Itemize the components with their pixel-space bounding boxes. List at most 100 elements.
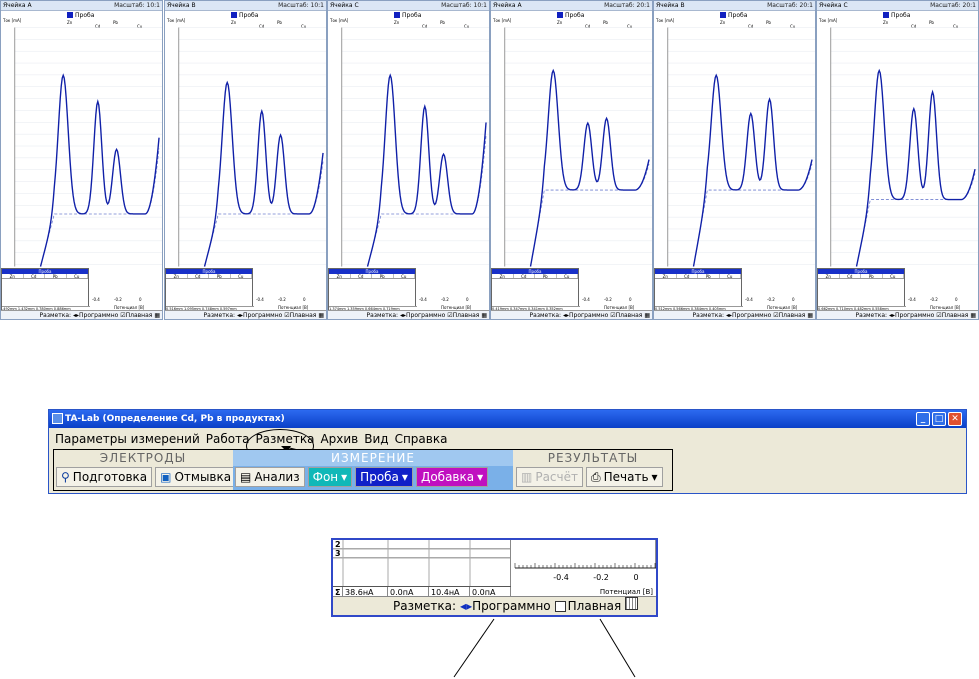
x-tick: -0.2 bbox=[767, 297, 775, 302]
programmatic-toggle[interactable]: ◂▸Программно bbox=[400, 312, 445, 319]
legend-label: Проба bbox=[75, 12, 95, 19]
smooth-checkbox[interactable]: ☑Плавная bbox=[936, 312, 968, 319]
x-tick: -0.4 bbox=[256, 297, 264, 302]
zoom-plot-area: -0.4 -0.2 0 Потенциал [В] bbox=[514, 540, 656, 596]
col-cu: Cu bbox=[557, 274, 578, 279]
programmatic-toggle[interactable]: ◂▸Программно bbox=[726, 312, 771, 319]
ruler-pb: Pb bbox=[929, 20, 934, 25]
wash-icon: ▣ bbox=[160, 470, 172, 484]
menu-work[interactable]: Работа bbox=[206, 429, 250, 449]
sample-curve bbox=[203, 80, 324, 267]
scale-dropdown[interactable]: Масштаб: 20:1 bbox=[604, 1, 650, 11]
scale-dropdown[interactable]: Масштаб: 10:1 bbox=[114, 1, 160, 11]
legend: Проба bbox=[720, 12, 747, 20]
grid-icon[interactable]: ▦ bbox=[481, 312, 487, 319]
col-pb: Pb bbox=[861, 274, 883, 279]
table-header: Zn Cd Pb Cu bbox=[329, 274, 415, 279]
grid-icon[interactable]: ▦ bbox=[970, 312, 976, 319]
smooth-label: Плавная bbox=[452, 312, 480, 319]
sample-curve bbox=[39, 73, 160, 267]
sample-curve bbox=[692, 73, 813, 267]
legend-swatch bbox=[394, 12, 400, 18]
background-curve bbox=[367, 135, 487, 267]
ruler-pb: Pb bbox=[113, 20, 118, 25]
legend-label: Проба bbox=[728, 12, 748, 19]
col-cd: Cd bbox=[351, 274, 372, 279]
x-tick: -0.4 bbox=[92, 297, 100, 302]
ruler-pb: Pb bbox=[440, 20, 445, 25]
group-electrodes: ЭЛЕКТРОДЫ ⚲ Подготовка ▣ Отмывка bbox=[54, 450, 237, 490]
programmatic-toggle[interactable]: ◂▸Программно bbox=[563, 312, 608, 319]
group-title-measure: ИЗМЕРЕНИЕ bbox=[233, 450, 513, 466]
analysis-button[interactable]: ▤ Анализ bbox=[235, 467, 305, 487]
legend: Проба bbox=[883, 12, 910, 20]
print-button[interactable]: ⎙ Печать ▾ bbox=[586, 467, 663, 487]
markup-label: Разметка: bbox=[39, 312, 72, 319]
wash-button[interactable]: ▣ Отмывка bbox=[155, 467, 237, 487]
scale-dropdown[interactable]: Масштаб: 10:1 bbox=[278, 1, 324, 11]
x-tick: -0.4 bbox=[419, 297, 427, 302]
x-tick: -0.2 bbox=[604, 297, 612, 302]
prepare-button[interactable]: ⚲ Подготовка bbox=[56, 467, 153, 487]
chart-panels: Ячейка A Масштаб: 10:1 Проба Ток [mA] Zn Cd Pb… bbox=[0, 0, 979, 320]
smooth-checkbox[interactable]: ☑Плавная bbox=[610, 312, 642, 319]
programmatic-toggle[interactable]: ◂▸Программно bbox=[73, 312, 118, 319]
y-unit: Ток [mA] bbox=[3, 18, 22, 23]
grid-icon[interactable]: ▦ bbox=[154, 312, 160, 319]
y-unit: Ток [mA] bbox=[167, 18, 186, 23]
chart-panel: Ячейка B Масштаб: 10:1 Проба Ток [mA] Zn Cd Pb… bbox=[164, 0, 327, 320]
ruler-zn: Zn bbox=[720, 20, 726, 25]
x-tick: 0 bbox=[792, 297, 795, 302]
smooth-label: Плавная bbox=[615, 312, 643, 319]
programmatic-toggle[interactable]: ◂▸Программно bbox=[460, 597, 551, 615]
programmatic-label: Программно bbox=[732, 312, 772, 319]
minimize-button[interactable]: _ bbox=[916, 412, 930, 426]
markup-bar: Разметка: ◂▸Программно ☑Плавная ▦ bbox=[1, 310, 162, 319]
maximize-button[interactable]: □ bbox=[932, 412, 946, 426]
smooth-checkbox[interactable]: ☑Плавная bbox=[120, 312, 152, 319]
x-tick: -0.4 bbox=[908, 297, 916, 302]
voltammogram-plot bbox=[504, 27, 652, 267]
grid-icon[interactable]: ▦ bbox=[318, 312, 324, 319]
panel-header: Ячейка B Масштаб: 10:1 bbox=[165, 1, 326, 11]
background-curve bbox=[530, 163, 650, 267]
prepare-label: Подготовка bbox=[72, 470, 148, 484]
grid-icon[interactable]: ▦ bbox=[807, 312, 813, 319]
x-tick: 0 bbox=[955, 297, 958, 302]
cell-label: Ячейка A bbox=[3, 2, 32, 9]
smooth-checkbox[interactable]: ☑Плавная bbox=[284, 312, 316, 319]
scale-dropdown[interactable]: Масштаб: 20:1 bbox=[767, 1, 813, 11]
col-pb: Pb bbox=[535, 274, 557, 279]
smooth-label: Плавная bbox=[778, 312, 806, 319]
col-cu: Cu bbox=[394, 274, 415, 279]
col-zn: Zn bbox=[329, 274, 351, 279]
smooth-checkbox[interactable]: ☑Плавная bbox=[773, 312, 805, 319]
background-button[interactable]: Фон ▾ bbox=[307, 467, 353, 487]
legend-label: Проба bbox=[402, 12, 422, 19]
scale-dropdown[interactable]: Масштаб: 10:1 bbox=[441, 1, 487, 11]
calculate-button[interactable]: ▥ Расчёт bbox=[516, 467, 583, 487]
programmatic-toggle[interactable]: ◂▸Программно bbox=[237, 312, 282, 319]
programmatic-toggle[interactable]: ◂▸Программно bbox=[889, 312, 934, 319]
table-header: Zn Cd Pb Cu bbox=[166, 274, 252, 279]
smooth-checkbox[interactable]: Плавная bbox=[554, 597, 621, 615]
programmatic-label: Программно bbox=[243, 312, 283, 319]
chart-panel: Ячейка A Масштаб: 20:1 Проба Ток [mA] Zn Cd Pb… bbox=[490, 0, 653, 320]
panel-header: Ячейка B Масштаб: 20:1 bbox=[654, 1, 815, 11]
x-tick: -0.2 bbox=[114, 297, 122, 302]
voltammogram-plot bbox=[341, 27, 489, 267]
sample-button[interactable]: Проба ▾ bbox=[355, 467, 413, 487]
printer-icon: ⎙ bbox=[591, 470, 601, 484]
close-button[interactable]: ✕ bbox=[948, 412, 962, 426]
smooth-checkbox[interactable]: ☑Плавная bbox=[447, 312, 479, 319]
sample-label: Проба bbox=[360, 470, 399, 484]
scale-dropdown[interactable]: Масштаб: 20:1 bbox=[930, 1, 976, 11]
grid-icon[interactable]: ▦ bbox=[644, 312, 650, 319]
addition-button[interactable]: Добавка ▾ bbox=[415, 467, 489, 487]
menu-params[interactable]: Параметры измерений bbox=[55, 429, 200, 449]
menu-help[interactable]: Справка bbox=[395, 429, 448, 449]
legend: Проба bbox=[394, 12, 421, 20]
app-icon bbox=[52, 413, 63, 424]
grid-icon[interactable] bbox=[625, 597, 639, 610]
window-title: TA-Lab (Определение Cd, Pb в продуктах) bbox=[65, 414, 285, 424]
